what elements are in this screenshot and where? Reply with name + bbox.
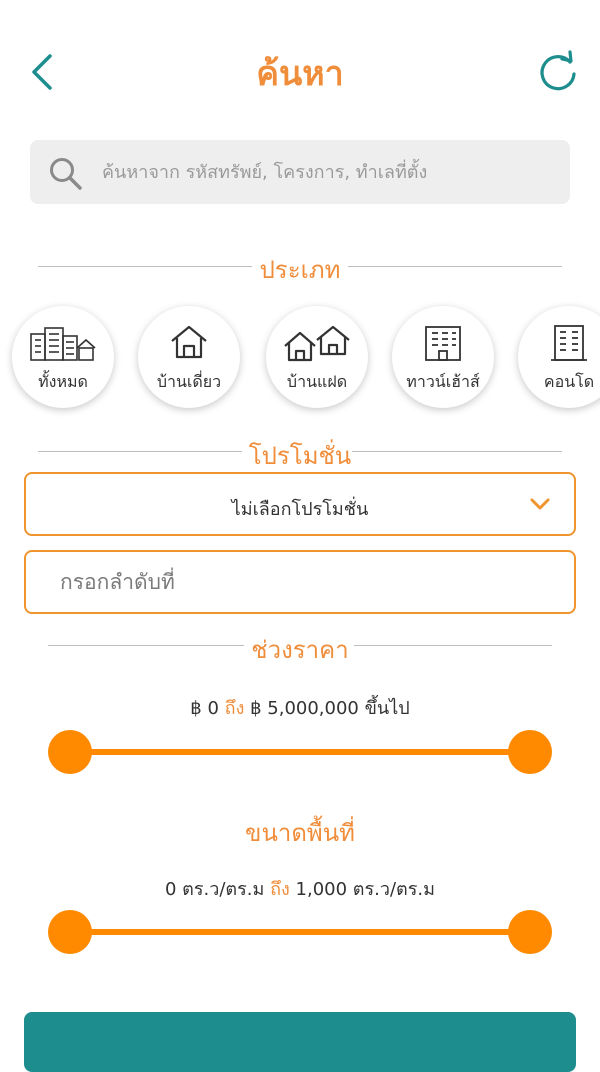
promotion-selected-value: ไม่เลือกโปรโมชั่น xyxy=(231,499,369,520)
search-input[interactable] xyxy=(102,152,552,192)
price-slider-max-handle[interactable] xyxy=(508,730,552,774)
area-slider-track[interactable] xyxy=(70,929,530,935)
price-slider-track[interactable] xyxy=(70,749,530,755)
divider xyxy=(352,451,562,452)
area-range-text: 0 ตร.ว/ตร.ม ถึง 1,000 ตร.ว/ตร.ม xyxy=(0,874,600,903)
refresh-button[interactable] xyxy=(536,50,580,94)
area-slider-max-handle[interactable] xyxy=(508,910,552,954)
category-all[interactable]: ทั้งหมด xyxy=(12,306,114,408)
price-range-text: ฿ 0 ถึง ฿ 5,000,000 ขึ้นไป xyxy=(0,693,600,722)
price-slider-min-handle[interactable] xyxy=(48,730,92,774)
category-label: คอนโด xyxy=(543,372,595,391)
category-label: บ้านเดี่ยว xyxy=(156,372,222,391)
category-label: บ้านแฝด xyxy=(286,372,348,391)
twin-house-icon xyxy=(284,325,350,362)
divider xyxy=(354,645,552,646)
header: ค้นหา xyxy=(0,0,600,130)
price-to-word: ถึง xyxy=(224,698,245,719)
townhouse-icon xyxy=(425,326,461,361)
condo-icon xyxy=(551,325,587,361)
page-title: ค้นหา xyxy=(256,54,344,94)
promotion-order-input[interactable] xyxy=(24,550,576,614)
area-min: 0 ตร.ว/ตร.ม xyxy=(165,879,265,900)
price-max: ฿ 5,000,000 ขึ้นไป xyxy=(250,698,410,719)
search-submit-button[interactable] xyxy=(24,1012,576,1072)
category-condo[interactable]: คอนโด xyxy=(518,306,600,408)
area-slider-min-handle[interactable] xyxy=(48,910,92,954)
category-label: ทาวน์เฮ้าส์ xyxy=(406,372,480,391)
category-single-house[interactable]: บ้านเดี่ยว xyxy=(138,306,240,408)
promotion-select[interactable]: ไม่เลือกโปรโมชั่น xyxy=(24,472,576,536)
refresh-icon xyxy=(540,50,576,91)
promotion-section-title: โปรโมชั่น xyxy=(248,442,352,470)
price-min: ฿ 0 xyxy=(190,698,219,719)
area-to-word: ถึง xyxy=(270,879,290,900)
area-max: 1,000 ตร.ว/ตร.ม xyxy=(295,879,435,900)
category-townhouse[interactable]: ทาวน์เฮ้าส์ xyxy=(392,306,494,408)
house-icon xyxy=(171,325,207,359)
type-section-title: ประเภท xyxy=(259,256,341,284)
area-section-title: ขนาดพื้นที่ xyxy=(245,819,355,847)
category-twin-house[interactable]: บ้านแฝด xyxy=(266,306,368,408)
category-label: ทั้งหมด xyxy=(38,372,88,391)
chevron-down-icon[interactable] xyxy=(528,494,552,514)
price-section-title: ช่วงราคา xyxy=(251,636,349,664)
search-icon xyxy=(50,158,82,190)
buildings-icon xyxy=(30,327,96,361)
divider xyxy=(348,266,562,267)
